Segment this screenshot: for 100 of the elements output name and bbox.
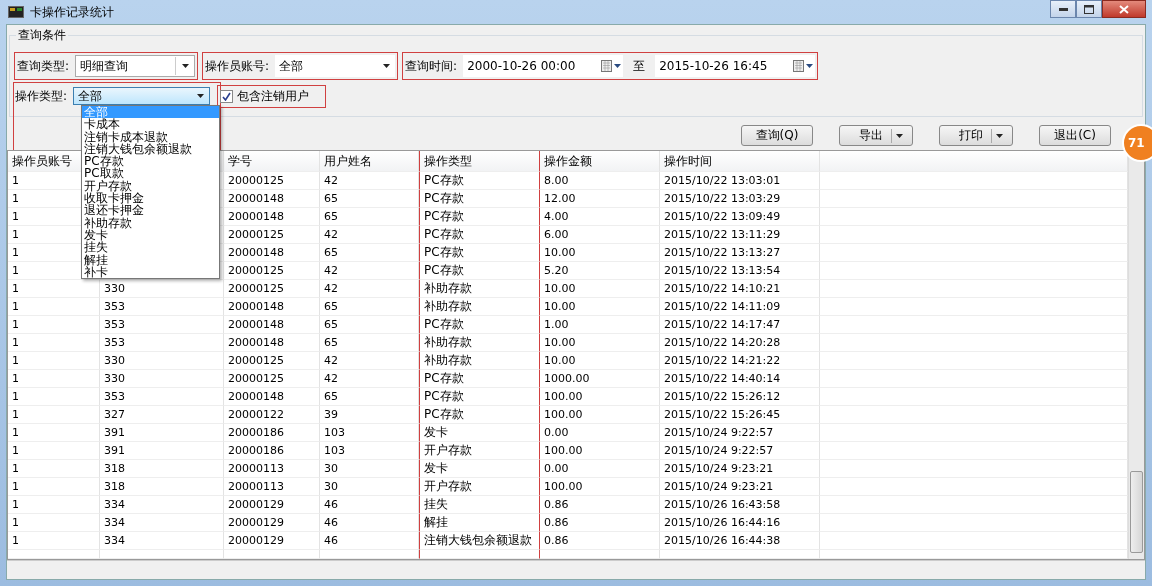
table-cell: 2015/10/26 16:44:38 <box>660 532 820 550</box>
action-button[interactable]: 退出(C) <box>1039 125 1111 146</box>
table-cell: 2015/10/24 9:22:57 <box>660 424 820 442</box>
table-cell: 2015/10/22 13:13:54 <box>660 262 820 280</box>
table-cell: 65 <box>320 298 419 316</box>
table-cell: 353 <box>100 298 224 316</box>
table-cell: 334 <box>100 514 224 532</box>
table-cell: 2015/10/22 13:11:29 <box>660 226 820 244</box>
table-cell: 65 <box>320 316 419 334</box>
table-cell: 327 <box>100 406 224 424</box>
action-button[interactable]: 导出 <box>839 125 913 146</box>
table-cell: 解挂 <box>419 514 540 532</box>
table-cell: 0.86 <box>540 532 660 550</box>
table-cell: 2015/10/22 13:13:27 <box>660 244 820 262</box>
close-button[interactable] <box>1102 0 1146 18</box>
dropdown-option[interactable]: 退还卡押金 <box>82 204 219 217</box>
dropdown-option[interactable]: 收取卡押金 <box>82 192 219 205</box>
dropdown-option[interactable]: 开户存款 <box>82 179 219 193</box>
table-cell: 补助存款 <box>419 334 540 352</box>
table-cell: 10.00 <box>540 298 660 316</box>
dropdown-option[interactable]: 注销卡成本退款 <box>82 130 219 143</box>
table-cell: 0.86 <box>540 496 660 514</box>
column-header[interactable]: 操作金额 <box>544 152 592 170</box>
table-cell: 1 <box>8 334 100 352</box>
dropdown-option[interactable]: 解挂 <box>82 253 219 266</box>
window-title: 卡操作记录统计 <box>30 3 114 21</box>
maximize-icon <box>1084 4 1094 14</box>
minimize-icon <box>1058 7 1068 11</box>
table-cell: 20000113 <box>224 478 320 496</box>
dropdown-option[interactable]: 注销大钱包余额退款 <box>82 142 219 156</box>
table-cell: 2015/10/22 14:17:47 <box>660 316 820 334</box>
column-header[interactable]: 操作类型 <box>424 152 472 170</box>
table-cell: 334 <box>100 532 224 550</box>
table-cell: 318 <box>100 478 224 496</box>
dropdown-option[interactable]: 补助存款 <box>82 216 219 229</box>
maximize-button[interactable] <box>1076 0 1102 18</box>
dropdown-option[interactable]: PC存款 <box>82 155 219 168</box>
dropdown-option[interactable]: 补卡 <box>82 265 219 279</box>
table-cell: 1 <box>8 478 100 496</box>
minimize-button[interactable] <box>1050 0 1076 18</box>
dropdown[interactable]: 全部 <box>275 55 396 77</box>
checkbox[interactable] <box>220 89 234 103</box>
table-cell: PC存款 <box>419 370 540 388</box>
table-cell: 20000125 <box>224 280 320 298</box>
table-cell: 发卡 <box>419 460 540 478</box>
column-header[interactable]: 操作时间 <box>664 152 712 170</box>
table-cell: 42 <box>320 280 419 298</box>
dropdown-option[interactable]: 发卡 <box>82 228 219 242</box>
field-label: 操作类型: <box>15 87 68 105</box>
column-header[interactable]: 学号 <box>228 152 252 170</box>
table-cell: 12.00 <box>540 190 660 208</box>
table-cell: 2015/10/24 9:23:21 <box>660 478 820 496</box>
table-cell: 65 <box>320 334 419 352</box>
dropdown[interactable]: 全部 <box>73 87 211 105</box>
column-header[interactable]: 用户姓名 <box>324 152 372 170</box>
table-cell: 2015/10/22 14:10:21 <box>660 280 820 298</box>
dropdown-option[interactable]: PC取款 <box>82 167 219 180</box>
table-cell: 353 <box>100 388 224 406</box>
table-cell: 20000186 <box>224 442 320 460</box>
table-cell: 65 <box>320 244 419 262</box>
table-cell: 2015/10/22 14:21:22 <box>660 352 820 370</box>
table-cell: 100.00 <box>540 442 660 460</box>
table-cell: 20000129 <box>224 532 320 550</box>
table-cell: 1 <box>8 388 100 406</box>
table-cell: 补助存款 <box>419 298 540 316</box>
table-cell: PC存款 <box>419 244 540 262</box>
dropdown[interactable]: 明细查询 <box>75 55 196 77</box>
date-picker[interactable]: 2000-10-26 00:00 <box>463 55 624 77</box>
table-cell: 2015/10/26 16:44:16 <box>660 514 820 532</box>
table-cell: PC存款 <box>419 190 540 208</box>
table-cell: 1 <box>8 406 100 424</box>
table-cell: 2015/10/24 9:22:57 <box>660 442 820 460</box>
dropdown-option[interactable]: 卡成本 <box>82 118 219 131</box>
dropdown-option[interactable]: 挂失 <box>82 241 219 254</box>
date-picker[interactable]: 2015-10-26 16:45 <box>655 55 816 77</box>
table-cell: 1 <box>8 298 100 316</box>
table-cell: 2015/10/22 15:26:12 <box>660 388 820 406</box>
table-cell: 发卡 <box>419 424 540 442</box>
table-cell: 2015/10/22 13:09:49 <box>660 208 820 226</box>
action-button[interactable]: 打印 <box>939 125 1013 146</box>
table-cell: 注销大钱包余额退款 <box>419 532 540 550</box>
table-cell: 46 <box>320 532 419 550</box>
table-cell: 42 <box>320 262 419 280</box>
table-cell: 30 <box>320 460 419 478</box>
table-cell: 20000148 <box>224 190 320 208</box>
table-cell: 20000148 <box>224 334 320 352</box>
table-cell: 330 <box>100 280 224 298</box>
table-cell: 39 <box>320 406 419 424</box>
scrollbar-thumb[interactable] <box>1130 471 1143 553</box>
table-cell: 1 <box>8 532 100 550</box>
table-cell: 0.00 <box>540 424 660 442</box>
table-cell: 开户存款 <box>419 442 540 460</box>
table-cell: 0.86 <box>540 514 660 532</box>
action-button[interactable]: 查询(Q) <box>741 125 813 146</box>
table-cell: 2015/10/22 13:03:01 <box>660 172 820 190</box>
caret-icon <box>382 64 390 68</box>
table-cell: 1 <box>8 370 100 388</box>
column-header[interactable]: 操作员账号 <box>12 152 72 170</box>
table-cell: 100.00 <box>540 388 660 406</box>
table-cell: 1.00 <box>540 316 660 334</box>
